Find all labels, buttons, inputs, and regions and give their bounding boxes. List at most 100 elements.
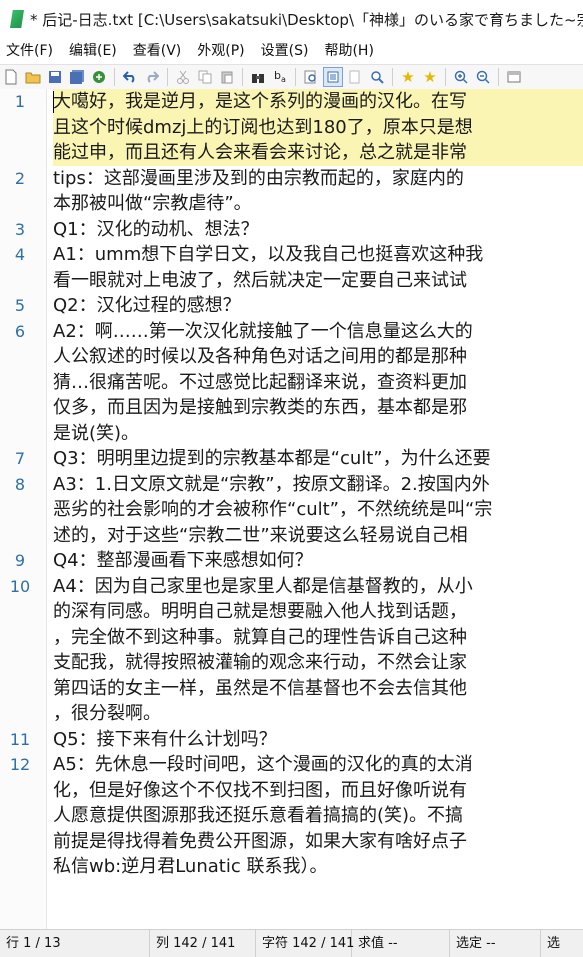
app-icon (10, 10, 24, 28)
view-icon[interactable] (323, 67, 343, 87)
line-text[interactable]: 能过申，而且还有人会来看会来讨论，总之就是非常 (53, 140, 583, 166)
line-text[interactable]: 仅多，而且因为是接触到宗教类的东西，基本都是邪 (53, 395, 583, 421)
reload-icon[interactable] (89, 67, 109, 87)
editor-line[interactable]: 1 大噶好，我是逆月，是这个系列的漫画的汉化。在写 且这个时候dmzj上的订阅也达到… (0, 89, 583, 166)
copy-path-icon[interactable] (345, 67, 365, 87)
find-in-files-icon[interactable] (301, 67, 321, 87)
menu-bar: 文件(F) 编辑(E) 查看(V) 外观(P) 设置(S) 帮助(H) (0, 38, 583, 64)
editor-line[interactable]: 8 A3：1.日文原文就是“宗教”，按原文翻译。2.按国内外 恶劣的社会影响的才会被… (0, 472, 583, 549)
status-extra: 选 (547, 936, 561, 951)
replace-icon[interactable]: ba (270, 67, 290, 87)
menu-view[interactable]: 查看(V) (125, 39, 190, 63)
editor-line[interactable]: 9 Q4：整部漫画看下来感想如何？ (0, 548, 583, 574)
line-text[interactable]: 化，但是好像这个不仅找不到扫图，而且好像听说有 (53, 778, 583, 804)
status-bar: 行 1 / 13 列 142 / 141 字符 142 / 141 求值 -- … (0, 929, 583, 957)
text-area[interactable]: 1 大噶好，我是逆月，是这个系列的漫画的汉化。在写 且这个时候dmzj上的订阅也达到… (0, 89, 583, 880)
zoom-in-icon[interactable] (451, 67, 471, 87)
editor-line[interactable]: 6 A2：啊……第一次汉化就接触了一个信息量这么大的 人公叙述的时候以及各种角色对话… (0, 319, 583, 447)
bookmark-next-icon[interactable]: ★ (420, 67, 440, 87)
line-text[interactable]: 私信wb:逆月君Lunatic 联系我）。 (53, 854, 583, 880)
menu-file[interactable]: 文件(F) (0, 39, 61, 63)
bookmark-icon[interactable]: ★ (398, 67, 418, 87)
menu-appearance[interactable]: 外观(P) (189, 39, 252, 63)
toolbar-separator (242, 68, 243, 86)
editor-line[interactable]: 3 Q1：汉化的动机、想法？ (0, 217, 583, 243)
window-title: * 后记-日志.txt [C:\Users\sakatsuki\Desktop\… (30, 10, 583, 29)
editor[interactable]: 1 大噶好，我是逆月，是这个系列的漫画的汉化。在写 且这个时候dmzj上的订阅也达到… (0, 89, 583, 929)
status-line: 行 1 / 13 (0, 930, 150, 957)
line-number: 12 (9, 755, 31, 774)
line-number: 4 (14, 245, 26, 264)
line-number: 5 (14, 296, 26, 315)
line-text[interactable]: Q4：整部漫画看下来感想如何？ (53, 548, 583, 574)
zoom-out-icon[interactable] (473, 67, 493, 87)
toolbar-separator (167, 68, 168, 86)
status-selection: 选定 -- (450, 930, 541, 957)
save-icon[interactable] (45, 67, 65, 87)
line-text[interactable]: 的深有同感。明明自己就是想要融入他人找到话题， (53, 599, 583, 625)
line-text[interactable]: A2：啊……第一次汉化就接触了一个信息量这么大的 (53, 319, 583, 345)
toolbar-separator (498, 68, 499, 86)
status-value: 求值 -- (352, 930, 450, 957)
line-text[interactable]: 人公叙述的时候以及各种角色对话之间用的都是那种 (53, 344, 583, 370)
line-text[interactable]: Q1：汉化的动机、想法？ (53, 217, 583, 243)
find-icon[interactable] (248, 67, 268, 87)
line-number: 6 (14, 321, 26, 341)
line-text[interactable]: 前提是得找得着免费公开图源，如果大家有啥好点子 (53, 829, 583, 855)
line-number: 2 (14, 168, 26, 188)
line-number: 3 (14, 219, 26, 239)
line-number: 1 (14, 92, 26, 111)
copy-icon[interactable] (195, 67, 215, 87)
editor-line[interactable]: 4 A1：umm想下自学日文，以及我自己也挺喜欢这种我 看一眼就对上电波了，然后就决… (0, 242, 583, 293)
paste-icon[interactable] (217, 67, 237, 87)
editor-line[interactable]: 10 A4：因为自己家里也是家里人都是信基督教的，从小 的深有同感。明明自己就是想要… (0, 574, 583, 727)
status-column: 列 142 / 141 (150, 930, 256, 957)
line-text[interactable]: A5：先休息一段时间吧，这个漫画的汉化的真的太消 (53, 752, 583, 778)
title-bar: * 后记-日志.txt [C:\Users\sakatsuki\Desktop\… (0, 0, 583, 39)
save-all-icon[interactable] (67, 67, 87, 87)
zoom-icon[interactable] (367, 67, 387, 87)
line-text[interactable]: 支配我，就得按照被灌输的观念来行动，不然会让家 (53, 650, 583, 676)
editor-line[interactable]: 11 Q5：接下来有什么计划吗？ (0, 727, 583, 753)
menu-settings[interactable]: 设置(S) (253, 39, 317, 63)
line-text[interactable]: 看一眼就对上电波了，然后就决定一定要自己来试试 (53, 268, 583, 294)
line-text[interactable]: 大噶好，我是逆月，是这个系列的漫画的汉化。在写 (53, 89, 583, 115)
line-text[interactable]: 本那被叫做“宗教虐待”。 (53, 191, 583, 217)
new-icon[interactable] (1, 67, 21, 87)
line-text[interactable]: 且这个时候dmzj上的订阅也达到180了，原本只是想 (53, 114, 583, 140)
toolbar-separator (445, 68, 446, 86)
line-text[interactable]: 述的，对于这些“宗教二世”来说要这么轻易说自己相 (53, 523, 583, 549)
line-number: 10 (9, 576, 31, 596)
redo-icon[interactable] (142, 67, 162, 87)
line-text[interactable]: A3：1.日文原文就是“宗教”，按原文翻译。2.按国内外 (53, 472, 583, 498)
line-number: 7 (14, 449, 26, 468)
line-text[interactable]: tips：这部漫画里涉及到的由宗教而起的，家庭内的 (53, 166, 583, 192)
toolbar-separator (392, 68, 393, 86)
open-icon[interactable] (23, 67, 43, 87)
line-text[interactable]: 第四话的女主一样，虽然是不信基督也不会去信其他 (53, 676, 583, 702)
cut-icon[interactable] (173, 67, 193, 87)
undo-icon[interactable] (120, 67, 140, 87)
editor-line[interactable]: 5 Q2：汉化过程的感想？ (0, 293, 583, 319)
editor-line[interactable]: 7 Q3：明明里边提到的宗教基本都是“cult”，为什么还要 (0, 446, 583, 472)
line-number: 11 (9, 729, 31, 749)
window-icon[interactable] (504, 67, 524, 87)
line-text[interactable]: ，很分裂啊。 (53, 701, 583, 727)
line-text[interactable]: 恶劣的社会影响的才会被称作“cult”，不然统统是叫“宗 (53, 497, 583, 523)
toolbar: ba ★ ★ (0, 64, 583, 90)
line-text[interactable]: 猜…很痛苦呢。不过感觉比起翻译来说，查资料更加 (53, 370, 583, 396)
line-text[interactable]: Q3：明明里边提到的宗教基本都是“cult”，为什么还要 (53, 446, 583, 472)
line-text[interactable]: A1：umm想下自学日文，以及我自己也挺喜欢这种我 (53, 242, 583, 268)
line-text[interactable]: Q5：接下来有什么计划吗？ (53, 727, 583, 753)
line-text[interactable]: 是说(笑)。 (53, 421, 583, 447)
menu-edit[interactable]: 编辑(E) (61, 39, 125, 63)
line-text[interactable]: ，完全做不到这种事。就算自己的理性告诉自己这种 (53, 625, 583, 651)
line-number: 8 (14, 474, 26, 494)
menu-help[interactable]: 帮助(H) (316, 39, 381, 63)
editor-line[interactable]: 2 tips：这部漫画里涉及到的由宗教而起的，家庭内的 本那被叫做“宗教虐待”。 (0, 166, 583, 217)
editor-line[interactable]: 12 A5：先休息一段时间吧，这个漫画的汉化的真的太消 化，但是好像这个不仅找不到扫… (0, 752, 583, 880)
toolbar-separator (295, 68, 296, 86)
line-text[interactable]: 人愿意提供图源那我还挺乐意看着搞搞的(笑)。不搞 (53, 803, 583, 829)
line-text[interactable]: A4：因为自己家里也是家里人都是信基督教的，从小 (53, 574, 583, 600)
line-text[interactable]: Q2：汉化过程的感想？ (53, 293, 583, 319)
